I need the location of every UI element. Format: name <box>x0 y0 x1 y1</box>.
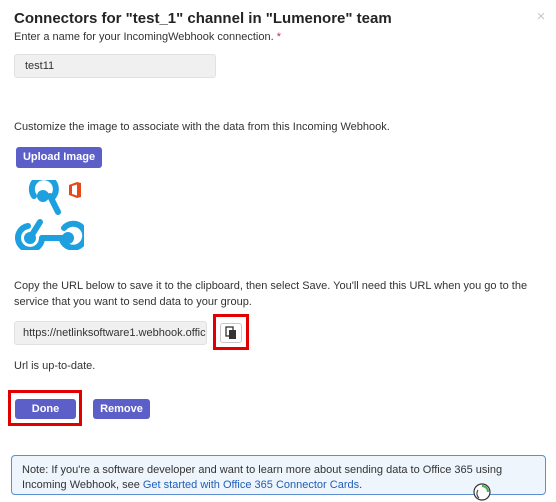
close-icon[interactable]: × <box>534 9 548 24</box>
done-button-highlight <box>8 390 82 426</box>
note-end: . <box>359 479 363 491</box>
url-status: Url is up-to-date. <box>14 360 96 372</box>
upload-image-button[interactable]: Upload Image <box>16 147 102 168</box>
webhook-url-field[interactable]: https://netlinksoftware1.webhook.office.… <box>14 321 207 345</box>
loading-spinner-icon <box>473 483 491 501</box>
image-instructions: Customize the image to associate with th… <box>14 121 390 133</box>
developer-note: Note: If you're a software developer and… <box>11 455 546 495</box>
copy-button-highlight <box>213 314 249 350</box>
webhook-office-icon <box>15 180 84 250</box>
dialog-title: Connectors for "test_1" channel in "Lume… <box>14 10 392 27</box>
connection-name-input[interactable]: test11 <box>14 54 216 78</box>
required-mark: * <box>276 31 282 43</box>
name-label-text: Enter a name for your IncomingWebhook co… <box>14 31 274 43</box>
remove-button[interactable]: Remove <box>93 399 150 419</box>
url-instructions: Copy the URL below to save it to the cli… <box>14 280 528 308</box>
connector-cards-link[interactable]: Get started with Office 365 Connector Ca… <box>143 479 359 491</box>
name-field-label: Enter a name for your IncomingWebhook co… <box>14 31 281 43</box>
